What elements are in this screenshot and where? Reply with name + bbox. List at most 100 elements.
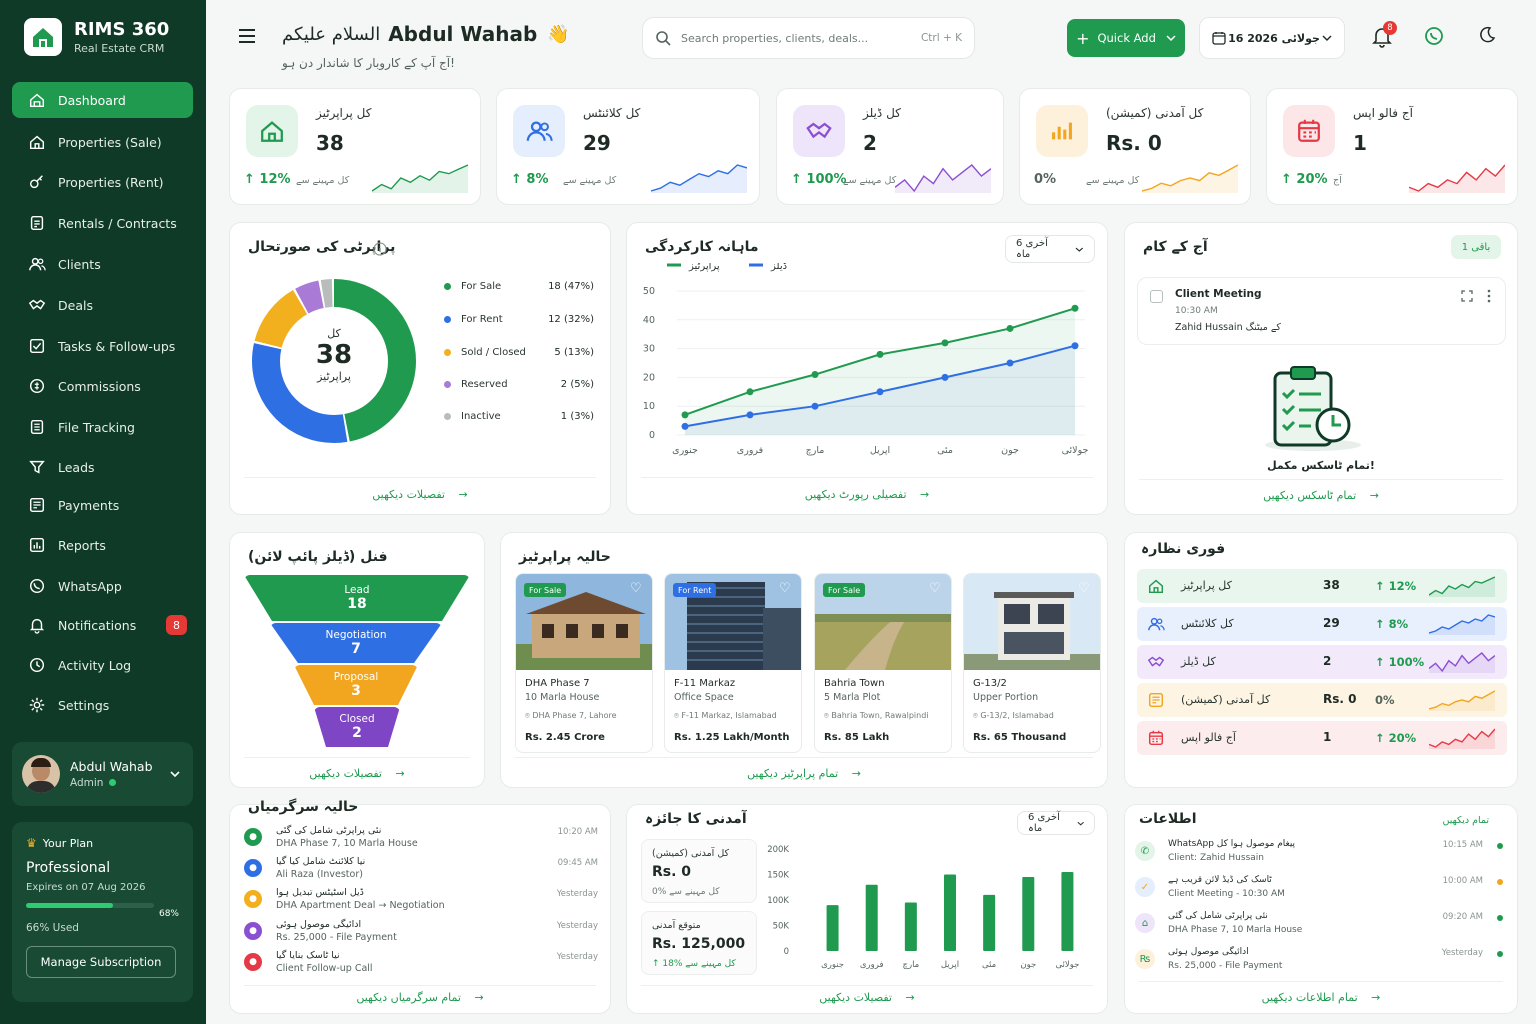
menu-toggle-icon[interactable] bbox=[238, 28, 256, 47]
funnel-stage[interactable]: Closed 2 bbox=[314, 707, 400, 747]
property-card[interactable]: For Rent ♡ F-11 Markaz Office Space ⌾ F-11 M… bbox=[664, 573, 802, 753]
notification-item[interactable]: ✆ WhatsApp پیغام موصول ہوا کل Client: Zahi… bbox=[1135, 839, 1505, 869]
task-owner: Zahid Hussain کے میٹنگ bbox=[1175, 322, 1281, 333]
sidebar-item-settings[interactable]: Settings bbox=[12, 687, 193, 723]
sidebar-item-tasks-follow-ups[interactable]: Tasks & Follow-ups bbox=[12, 328, 193, 364]
whatsapp-button[interactable] bbox=[1424, 26, 1444, 49]
property-tag: For Rent bbox=[673, 583, 717, 597]
crown-icon: ♛ bbox=[26, 836, 37, 850]
info-icon[interactable] bbox=[373, 242, 387, 256]
stat-card[interactable]: کل پراپرٹیز 38 ↑ 12% کل مہینے سے bbox=[229, 88, 481, 205]
sidebar-item-label: WhatsApp bbox=[58, 578, 122, 594]
x-tick-label: جولائی bbox=[1055, 960, 1079, 970]
funnel-stage[interactable]: Lead 18 bbox=[244, 575, 470, 621]
notification-item[interactable]: ⌂ نئی پراپرٹی شامل کی گئی DHA Phase 7, 10 … bbox=[1135, 911, 1505, 941]
quick-overview-card: فوری نظارہ کل پراپرٹیز 38 ↑ 12% کل کلائنٹس 2… bbox=[1124, 532, 1518, 788]
heart-icon[interactable]: ♡ bbox=[630, 581, 646, 597]
activity-item[interactable]: ● ادائیگی موصول ہوئی Rs. 25,000 - File Pay… bbox=[244, 919, 598, 950]
activity-item[interactable]: ● ڈیل اسٹیٹس تبدیل ہوا DHA Apartment Deal … bbox=[244, 887, 598, 918]
task-checkbox[interactable] bbox=[1150, 290, 1163, 303]
date-picker[interactable]: 16 جولائی 2026 bbox=[1199, 17, 1345, 59]
stat-card[interactable]: آج فالو اپس 1 ↑ 20% آج bbox=[1266, 88, 1518, 205]
property-card[interactable]: For Sale ♡ Bahria Town 5 Marla Plot ⌾ Bahria… bbox=[814, 573, 952, 753]
brand[interactable]: RIMS 360 Real Estate CRM bbox=[24, 18, 169, 56]
sidebar-item-file-tracking[interactable]: File Tracking bbox=[12, 409, 193, 445]
property-status-link[interactable]: تفصیلات دیکھیں → bbox=[230, 488, 610, 501]
sidebar-item-whatsapp[interactable]: WhatsApp bbox=[12, 568, 193, 604]
notification-item[interactable]: ✓ ٹاسک کی ڈیڈ لائن قریب ہے Client Meeting … bbox=[1135, 875, 1505, 905]
sidebar-item-reports[interactable]: Reports bbox=[12, 527, 193, 563]
sidebar-item-label: Payments bbox=[58, 497, 120, 513]
sidebar-item-dashboard[interactable]: Dashboard bbox=[12, 82, 193, 118]
heart-icon[interactable]: ♡ bbox=[779, 581, 795, 597]
monthly-report-link[interactable]: تفصیلی رپورٹ دیکھیں → bbox=[627, 488, 1107, 501]
stat-label: کل آمدنی (کمیشن) bbox=[1106, 106, 1204, 120]
monthly-period-select[interactable]: آخری 6 ماہ bbox=[1005, 235, 1095, 263]
data-point bbox=[876, 350, 884, 358]
legend-label: For Rent bbox=[461, 314, 503, 325]
funnel-link[interactable]: تفصیلات دیکھیں → bbox=[230, 767, 484, 780]
users-icon bbox=[1148, 617, 1165, 631]
user-menu[interactable]: Abdul Wahab Admin bbox=[12, 742, 193, 806]
stat-card[interactable]: کل کلائنٹس 29 ↑ 8% کل مہینے سے bbox=[496, 88, 760, 205]
sidebar-item-deals[interactable]: Deals bbox=[12, 287, 193, 323]
notification-icon: ✆ bbox=[1135, 841, 1155, 861]
sidebar-item-activity-log[interactable]: Activity Log bbox=[12, 647, 193, 683]
activity-item[interactable]: ● نئی پراپرٹی شامل کی گئی DHA Phase 7, 10 … bbox=[244, 825, 598, 856]
heart-icon[interactable]: ♡ bbox=[1078, 581, 1094, 597]
activity-sub: DHA Phase 7, 10 Marla House bbox=[276, 838, 418, 849]
property-card[interactable]: ♡ G-13/2 Upper Portion ⌾ G-13/2, Islamabad R… bbox=[963, 573, 1101, 753]
property-location: ⌾ Bahria Town, Rawalpindi bbox=[824, 711, 929, 721]
sidebar-item-leads[interactable]: Leads bbox=[12, 449, 193, 485]
revenue-details-link[interactable]: تفصیلات دیکھیں → bbox=[627, 991, 1107, 1004]
task-item[interactable]: Client Meeting 10:30 AM Zahid Hussain کے… bbox=[1137, 277, 1506, 345]
sidebar-item-properties-sale[interactable]: Properties (Sale) bbox=[12, 124, 193, 160]
notifications-see-all-link[interactable]: تمام دیکھیں bbox=[1442, 815, 1489, 826]
sidebar-item-rentals-contracts[interactable]: Rentals / Contracts bbox=[12, 205, 193, 241]
property-location-text: G-13/2, Islamabad bbox=[980, 711, 1054, 720]
more-vertical-icon[interactable] bbox=[1487, 289, 1491, 303]
overview-row[interactable]: کل کلائنٹس 29 ↑ 8% bbox=[1137, 607, 1507, 641]
sidebar-item-clients[interactable]: Clients bbox=[12, 246, 193, 282]
funnel-stage-value: 7 bbox=[351, 641, 361, 657]
overview-row[interactable]: کل ڈیلز 2 ↑ 100% bbox=[1137, 645, 1507, 679]
data-point bbox=[1006, 324, 1014, 332]
all-notifications-link[interactable]: تمام اطلاعات دیکھیں → bbox=[1125, 991, 1517, 1004]
activity-item[interactable]: ● نیا ٹاسک بنایا گیا Client Follow-up Call… bbox=[244, 950, 598, 981]
all-tasks-link[interactable]: تمام ٹاسکس دیکھیں → bbox=[1125, 489, 1517, 502]
property-card[interactable]: For Sale ♡ DHA Phase 7 10 Marla House ⌾ DHA … bbox=[515, 573, 653, 753]
all-properties-link[interactable]: تمام پراپرٹیز دیکھیں → bbox=[501, 767, 1107, 780]
activity-item[interactable]: ● نیا کلائنٹ شامل کیا گیا Ali Raza (Invest… bbox=[244, 856, 598, 887]
arrow-right-icon: → bbox=[1369, 489, 1379, 502]
search-input[interactable]: Search properties, clients, deals... Ctr… bbox=[642, 17, 975, 59]
brand-name: RIMS 360 bbox=[74, 18, 170, 40]
sidebar-item-commissions[interactable]: Commissions bbox=[12, 368, 193, 404]
legend-item: Inactive 1 (3%) bbox=[444, 411, 594, 422]
overview-row[interactable]: کل پراپرٹیز 38 ↑ 12% bbox=[1137, 569, 1507, 603]
monthly-period-value: آخری 6 ماہ bbox=[1016, 238, 1048, 260]
quick-add-button[interactable]: + Quick Add bbox=[1067, 19, 1185, 57]
chevron-down-icon bbox=[1322, 35, 1332, 41]
overview-row[interactable]: آج فالو اپس 1 ↑ 20% bbox=[1137, 721, 1507, 755]
sidebar-item-notifications[interactable]: Notifications 8 bbox=[12, 607, 193, 643]
manage-subscription-button[interactable]: Manage Subscription bbox=[26, 946, 176, 978]
dark-mode-toggle[interactable] bbox=[1478, 26, 1496, 47]
all-activity-link[interactable]: تمام سرگرمیاں دیکھیں → bbox=[230, 991, 610, 1004]
notification-item[interactable]: ₨ ادائیگی موصول ہوئی Rs. 25,000 - File Pay… bbox=[1135, 947, 1505, 977]
stat-card[interactable]: کل ڈیلز 2 ↑ 100% کل مہینے سے bbox=[776, 88, 1004, 205]
activity-icon: ● bbox=[244, 922, 262, 940]
expand-icon[interactable] bbox=[1461, 290, 1473, 302]
sidebar-item-properties-rent[interactable]: Properties (Rent) bbox=[12, 164, 193, 200]
revenue-period-value: آخری 6 ماہ bbox=[1028, 812, 1060, 834]
funnel-stage[interactable]: Negotiation 7 bbox=[270, 623, 442, 663]
heart-icon[interactable]: ♡ bbox=[929, 581, 945, 597]
revenue-total-box: کل آمدنی (کمیشن) Rs. 0 0% کل مہینے سے bbox=[641, 839, 757, 903]
revenue-period-select[interactable]: آخری 6 ماہ bbox=[1017, 811, 1095, 835]
overview-row[interactable]: کل آمدنی (کمیشن) Rs. 0 0% bbox=[1137, 683, 1507, 717]
notification-sub: Rs. 25,000 - File Payment bbox=[1168, 961, 1283, 971]
notification-time: 10:00 AM bbox=[1442, 876, 1483, 886]
revenue-bar bbox=[865, 884, 878, 951]
sidebar-item-payments[interactable]: Payments bbox=[12, 487, 193, 523]
funnel-stage[interactable]: Proposal 3 bbox=[294, 665, 418, 705]
stat-card[interactable]: کل آمدنی (کمیشن) Rs. 0 0% کل مہینے سے bbox=[1019, 88, 1251, 205]
